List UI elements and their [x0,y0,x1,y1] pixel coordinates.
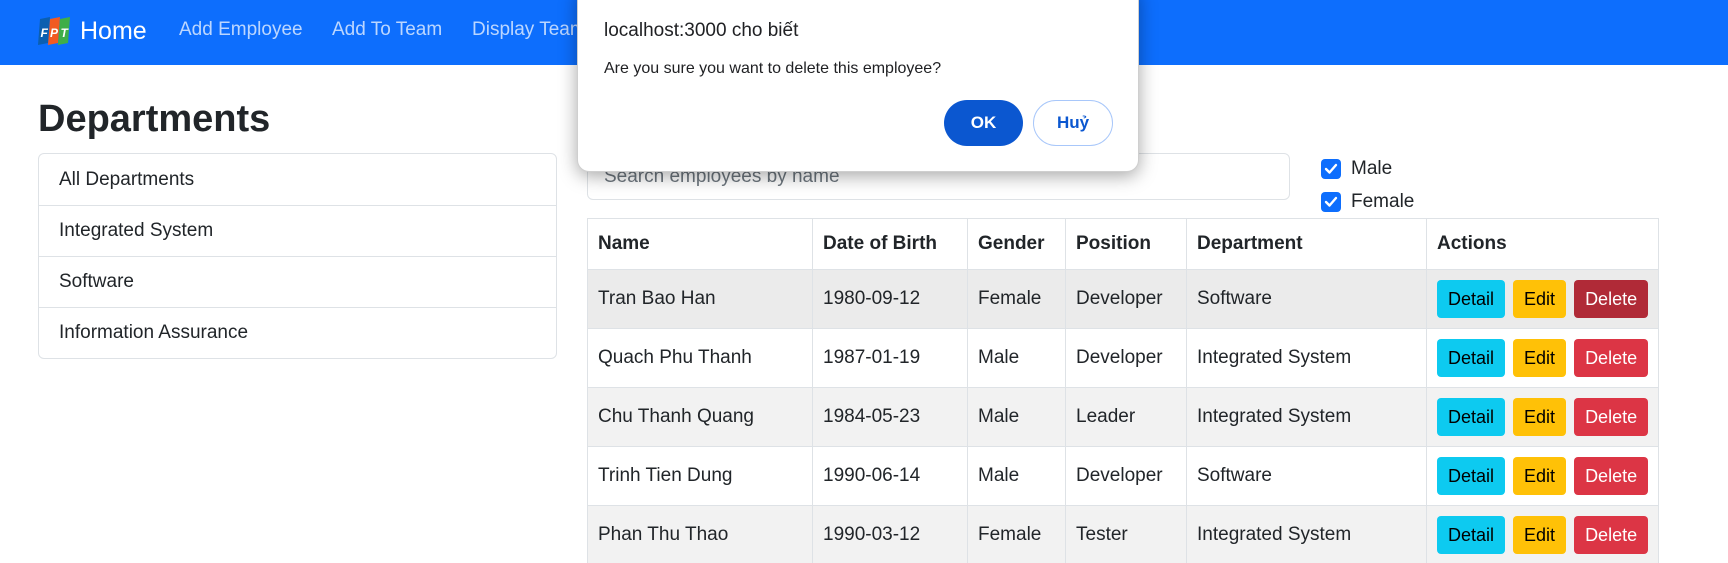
cell-department: Integrated System [1186,328,1427,388]
nav-link-add-to-team[interactable]: Add To Team [332,19,442,41]
nav-link-display-team[interactable]: Display Team [472,19,586,41]
employee-table: Name Date of Birth Gender Position Depar… [587,218,1660,563]
detail-button[interactable]: Detail [1437,457,1506,495]
table-row: Quach Phu Thanh 1987-01-19 Male Develope… [587,328,1660,388]
column-header-department: Department [1186,218,1427,270]
nav-link-add-employee[interactable]: Add Employee [179,19,303,41]
filter-female[interactable]: Female [1321,191,1414,213]
ok-button[interactable]: OK [944,100,1023,146]
column-header-dob: Date of Birth [812,218,968,270]
dialog-message: Are you sure you want to delete this emp… [604,60,942,77]
filter-male[interactable]: Male [1321,158,1392,180]
cell-department: Software [1186,446,1427,506]
cell-department: Software [1186,269,1427,329]
cell-name: Phan Thu Thao [587,505,813,563]
cell-actions: Detail Edit Delete [1425,446,1660,506]
delete-button[interactable]: Delete [1574,516,1649,554]
department-list: All Departments Integrated System Softwa… [38,153,557,359]
cell-gender: Female [967,505,1066,563]
cell-position: Leader [1065,387,1187,447]
edit-button[interactable]: Edit [1513,280,1567,318]
female-label: Female [1351,191,1415,212]
column-header-actions: Actions [1425,218,1660,270]
cell-dob: 1990-03-12 [812,505,968,563]
edit-button[interactable]: Edit [1513,398,1567,436]
cell-name: Trinh Tien Dung [587,446,813,506]
table-row: Chu Thanh Quang 1984-05-23 Male Leader I… [587,387,1660,447]
cell-name: Tran Bao Han [587,269,813,329]
department-item-integrated-system[interactable]: Integrated System [39,205,556,256]
cell-gender: Male [967,387,1066,447]
cell-actions: Detail Edit Delete [1425,269,1660,329]
department-item-information-assurance[interactable]: Information Assurance [39,307,556,358]
cell-position: Developer [1065,328,1187,388]
detail-button[interactable]: Detail [1437,398,1506,436]
delete-button[interactable]: Delete [1574,339,1649,377]
cell-position: Tester [1065,505,1187,563]
detail-button[interactable]: Detail [1437,280,1506,318]
table-row: Tran Bao Han 1980-09-12 Female Developer… [587,269,1660,329]
department-item-all[interactable]: All Departments [39,154,556,205]
cell-dob: 1987-01-19 [812,328,968,388]
delete-button[interactable]: Delete [1574,280,1649,318]
female-checkbox[interactable] [1321,192,1341,212]
cell-actions: Detail Edit Delete [1425,387,1660,447]
cell-position: Developer [1065,269,1187,329]
cell-department: Integrated System [1186,387,1427,447]
fpt-logo-icon: F P T [36,13,72,49]
table-header-row: Name Date of Birth Gender Position Depar… [587,218,1660,270]
edit-button[interactable]: Edit [1513,339,1567,377]
svg-text:P: P [50,26,59,40]
cell-gender: Male [967,446,1066,506]
confirm-dialog: localhost:3000 cho biết Are you sure you… [577,0,1139,172]
checkmark-icon [1324,196,1338,207]
edit-button[interactable]: Edit [1513,516,1567,554]
dialog-title: localhost:3000 cho biết [604,20,799,41]
cell-dob: 1990-06-14 [812,446,968,506]
cell-actions: Detail Edit Delete [1425,328,1660,388]
column-header-position: Position [1065,218,1187,270]
department-item-software[interactable]: Software [39,256,556,307]
detail-button[interactable]: Detail [1437,339,1506,377]
column-header-gender: Gender [967,218,1066,270]
cell-position: Developer [1065,446,1187,506]
table-row: Trinh Tien Dung 1990-06-14 Male Develope… [587,446,1660,506]
brand-label[interactable]: Home [80,17,147,46]
svg-text:F: F [41,26,49,40]
cell-gender: Female [967,269,1066,329]
edit-button[interactable]: Edit [1513,457,1567,495]
cell-department: Integrated System [1186,505,1427,563]
table-row: Phan Thu Thao 1990-03-12 Female Tester I… [587,505,1660,563]
cell-name: Quach Phu Thanh [587,328,813,388]
detail-button[interactable]: Detail [1437,516,1506,554]
male-checkbox[interactable] [1321,159,1341,179]
cell-name: Chu Thanh Quang [587,387,813,447]
navbar-brand[interactable]: F P T Home [36,11,147,51]
departments-title: Departments [38,98,271,140]
cell-actions: Detail Edit Delete [1425,505,1660,563]
cell-dob: 1984-05-23 [812,387,968,447]
cell-dob: 1980-09-12 [812,269,968,329]
delete-button[interactable]: Delete [1574,398,1649,436]
checkmark-icon [1324,163,1338,174]
cancel-button[interactable]: Huỷ [1033,100,1113,146]
column-header-name: Name [587,218,813,270]
cell-gender: Male [967,328,1066,388]
male-label: Male [1351,158,1393,179]
delete-button[interactable]: Delete [1574,457,1649,495]
